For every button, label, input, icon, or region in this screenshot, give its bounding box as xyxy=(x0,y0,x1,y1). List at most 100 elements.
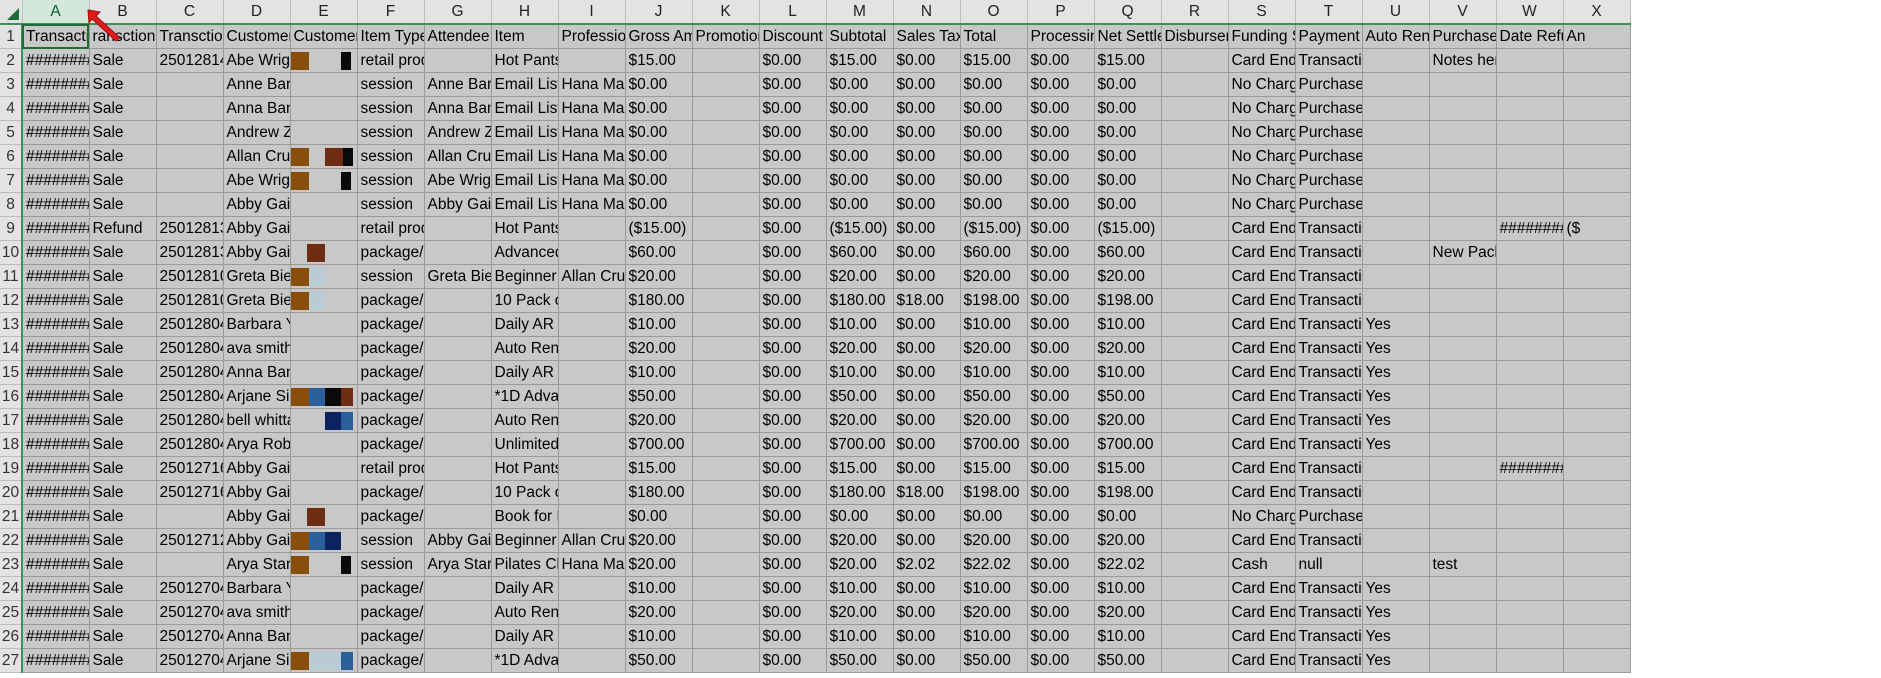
header-cell-G[interactable]: Attendee xyxy=(424,24,492,49)
cell-M[interactable]: $180.00 xyxy=(826,288,894,313)
cell-H[interactable]: Daily AR xyxy=(491,624,559,649)
cell-X[interactable] xyxy=(1563,336,1631,361)
cell-N[interactable]: $0.00 xyxy=(893,240,961,265)
cell-O[interactable]: $0.00 xyxy=(960,504,1028,529)
cell-V[interactable] xyxy=(1429,72,1497,97)
cell-B[interactable]: Sale xyxy=(89,360,157,385)
cell-P[interactable]: $0.00 xyxy=(1027,312,1095,337)
cell-U[interactable] xyxy=(1362,192,1430,217)
cell-H[interactable]: Email List - xyxy=(491,192,559,217)
cell-T[interactable]: Transactio xyxy=(1295,360,1363,385)
cell-S[interactable]: Card Endin xyxy=(1228,240,1296,265)
cell-M[interactable]: ($15.00) xyxy=(826,216,894,241)
cell-U[interactable] xyxy=(1362,240,1430,265)
cell-W[interactable] xyxy=(1496,600,1564,625)
row-header[interactable]: 9 xyxy=(0,216,23,241)
cell-K[interactable] xyxy=(692,240,760,265)
cell-O[interactable]: $0.00 xyxy=(960,168,1028,193)
cell-Q[interactable]: $20.00 xyxy=(1094,264,1162,289)
cell-K[interactable] xyxy=(692,552,760,577)
cell-X[interactable]: ($ xyxy=(1563,216,1631,241)
cell-B[interactable]: Sale xyxy=(89,336,157,361)
cell-E[interactable] xyxy=(290,144,358,169)
cell-D[interactable]: ava smith xyxy=(223,600,291,625)
cell-F[interactable]: retail product xyxy=(357,456,425,481)
cell-W[interactable]: ######## xyxy=(1496,456,1564,481)
cell-N[interactable]: $0.00 xyxy=(893,336,961,361)
cell-B[interactable]: Sale xyxy=(89,432,157,457)
cell-N[interactable]: $0.00 xyxy=(893,408,961,433)
cell-X[interactable] xyxy=(1563,360,1631,385)
cell-P[interactable]: $0.00 xyxy=(1027,528,1095,553)
cell-B[interactable]: Sale xyxy=(89,528,157,553)
cell-H[interactable]: Unlimited Membershi xyxy=(491,432,559,457)
cell-R[interactable] xyxy=(1161,144,1229,169)
cell-N[interactable]: $0.00 xyxy=(893,576,961,601)
cell-D[interactable]: Greta Bier xyxy=(223,288,291,313)
cell-T[interactable]: Transactio xyxy=(1295,648,1363,673)
cell-G[interactable] xyxy=(424,288,492,313)
cell-W[interactable] xyxy=(1496,168,1564,193)
cell-S[interactable]: No Charge xyxy=(1228,96,1296,121)
cell-C[interactable]: 25012704 xyxy=(156,624,224,649)
cell-H[interactable]: Daily AR xyxy=(491,360,559,385)
cell-Q[interactable]: $10.00 xyxy=(1094,576,1162,601)
cell-N[interactable]: $0.00 xyxy=(893,384,961,409)
cell-W[interactable] xyxy=(1496,408,1564,433)
cell-N[interactable]: $0.00 xyxy=(893,456,961,481)
cell-U[interactable]: Yes xyxy=(1362,312,1430,337)
cell-B[interactable]: Sale xyxy=(89,192,157,217)
cell-L[interactable]: $0.00 xyxy=(759,360,827,385)
cell-O[interactable]: $20.00 xyxy=(960,600,1028,625)
cell-Q[interactable]: $0.00 xyxy=(1094,72,1162,97)
cell-B[interactable]: Sale xyxy=(89,624,157,649)
cell-J[interactable]: $180.00 xyxy=(625,480,693,505)
cell-G[interactable] xyxy=(424,480,492,505)
cell-J[interactable]: $20.00 xyxy=(625,408,693,433)
cell-O[interactable]: $198.00 xyxy=(960,480,1028,505)
cell-X[interactable] xyxy=(1563,240,1631,265)
cell-J[interactable]: $180.00 xyxy=(625,288,693,313)
cell-N[interactable]: $0.00 xyxy=(893,528,961,553)
row-header[interactable]: 22 xyxy=(0,528,23,553)
cell-D[interactable]: Abby Gaine xyxy=(223,528,291,553)
cell-W[interactable] xyxy=(1496,432,1564,457)
cell-J[interactable]: $20.00 xyxy=(625,600,693,625)
cell-S[interactable]: Card Endin xyxy=(1228,528,1296,553)
cell-P[interactable]: $0.00 xyxy=(1027,336,1095,361)
cell-S[interactable]: Card Endin xyxy=(1228,288,1296,313)
cell-L[interactable]: $0.00 xyxy=(759,432,827,457)
cell-Q[interactable]: $198.00 xyxy=(1094,288,1162,313)
cell-K[interactable] xyxy=(692,456,760,481)
cell-S[interactable]: Cash xyxy=(1228,552,1296,577)
cell-S[interactable]: No Charge xyxy=(1228,192,1296,217)
cell-P[interactable]: $0.00 xyxy=(1027,600,1095,625)
cell-Q[interactable]: $15.00 xyxy=(1094,456,1162,481)
cell-B[interactable]: Sale xyxy=(89,144,157,169)
cell-O[interactable]: $10.00 xyxy=(960,360,1028,385)
header-cell-C[interactable]: Transction xyxy=(156,24,224,49)
cell-T[interactable]: Transaction: 2501281 xyxy=(1295,240,1363,265)
cell-T[interactable]: Transactio xyxy=(1295,600,1363,625)
cell-B[interactable]: Sale xyxy=(89,384,157,409)
cell-U[interactable] xyxy=(1362,264,1430,289)
row-header[interactable]: 6 xyxy=(0,144,23,169)
header-cell-M[interactable]: Subtotal xyxy=(826,24,894,49)
column-header-X[interactable]: X xyxy=(1563,0,1631,25)
cell-M[interactable]: $15.00 xyxy=(826,456,894,481)
cell-U[interactable]: Yes xyxy=(1362,384,1430,409)
cell-A[interactable]: ######## xyxy=(22,48,90,73)
cell-A[interactable]: ######## xyxy=(22,144,90,169)
cell-I[interactable] xyxy=(558,504,626,529)
cell-G[interactable]: Arya Stark xyxy=(424,552,492,577)
cell-B[interactable]: Sale xyxy=(89,552,157,577)
cell-Q[interactable]: $0.00 xyxy=(1094,120,1162,145)
cell-Q[interactable]: $50.00 xyxy=(1094,648,1162,673)
cell-D[interactable]: Barbara Yo xyxy=(223,576,291,601)
cell-F[interactable]: package/membership xyxy=(357,480,425,505)
column-header-J[interactable]: J xyxy=(625,0,693,25)
cell-G[interactable] xyxy=(424,624,492,649)
cell-E[interactable] xyxy=(290,120,358,145)
cell-D[interactable]: ava smith xyxy=(223,336,291,361)
cell-G[interactable]: Andrew Za xyxy=(424,120,492,145)
